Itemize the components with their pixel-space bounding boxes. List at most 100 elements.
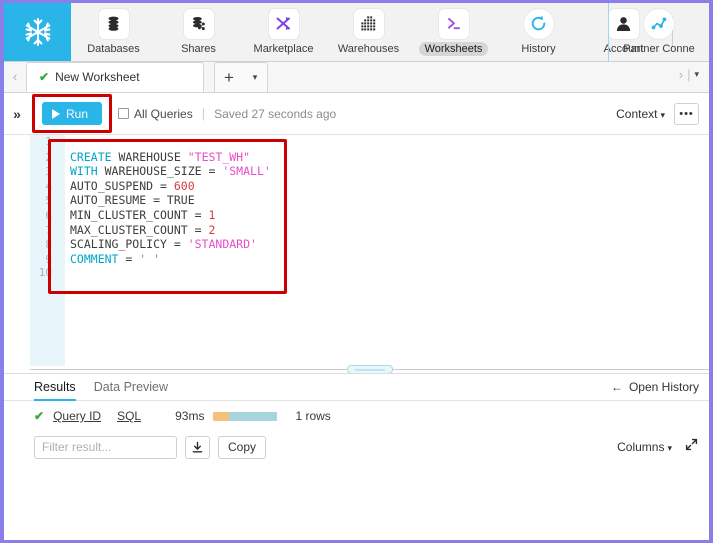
- nav-item-worksheets[interactable]: Worksheets: [411, 3, 496, 61]
- toolbar-right-controls: Context ▾ •••: [616, 102, 709, 125]
- run-button-annotation: Run: [32, 94, 113, 133]
- context-label: Context: [616, 106, 658, 121]
- worksheet-tab-bar: ‹ ✔ New Worksheet + ▾ › | ▾: [4, 62, 709, 93]
- check-icon: ✔: [39, 70, 50, 84]
- nav-item-shares[interactable]: Shares: [156, 3, 241, 61]
- open-history-button[interactable]: ← Open History: [611, 380, 709, 394]
- nav-item-warehouses[interactable]: Warehouses: [326, 3, 411, 61]
- nav-item-databases[interactable]: Databases: [71, 3, 156, 61]
- tab-bar-right-controls: › | ▾: [679, 61, 709, 92]
- code-line: 2 CREATE WAREHOUSE "TEST_WH": [30, 150, 709, 165]
- code-text[interactable]: WITH WAREHOUSE_SIZE = 'SMALL': [59, 164, 271, 179]
- query-toolbar: » Run All Queries | Saved 27 seconds ago…: [4, 93, 709, 135]
- arrow-left-icon: ←: [610, 380, 623, 394]
- marketplace-shuffle-icon: [268, 8, 299, 39]
- chevron-down-icon: ▾: [667, 443, 672, 453]
- code-line: 5 AUTO_RESUME = TRUE: [30, 193, 709, 208]
- code-line: 9 COMMENT = ' ': [30, 252, 709, 267]
- line-number: 6: [45, 208, 52, 222]
- columns-dropdown[interactable]: Columns ▾: [617, 440, 672, 454]
- sql-editor[interactable]: 1 2 CREATE WAREHOUSE "TEST_WH" 3 WITH WAREHO…: [30, 135, 709, 366]
- nav-label-marketplace: Marketplace: [253, 42, 314, 55]
- database-icon: [98, 8, 129, 39]
- nav-label-worksheets: Worksheets: [418, 41, 489, 56]
- code-text[interactable]: AUTO_SUSPEND = 600: [59, 179, 195, 194]
- add-worksheet-button[interactable]: +: [215, 64, 243, 92]
- all-queries-label: All Queries: [134, 106, 193, 121]
- duration-bar-execute: [228, 411, 278, 421]
- code-text[interactable]: MAX_CLUSTER_COUNT = 2: [59, 223, 215, 238]
- query-duration: 93ms: [175, 409, 205, 423]
- context-dropdown[interactable]: Context ▾: [616, 107, 665, 121]
- tabs-scroll-left-icon[interactable]: ‹: [4, 61, 26, 92]
- line-number: 3: [45, 165, 52, 179]
- partner-connect-icon: [644, 8, 674, 39]
- code-line: 6 MIN_CLUSTER_COUNT = 1: [30, 208, 709, 223]
- chevron-down-icon[interactable]: ▾: [243, 64, 267, 92]
- history-refresh-icon: [523, 8, 554, 39]
- line-number: 1: [45, 135, 52, 148]
- query-duration-bar: [213, 411, 278, 421]
- line-number: 5: [45, 194, 52, 208]
- line-number: 4: [45, 179, 52, 193]
- line-number: 7: [45, 223, 52, 237]
- run-button-label: Run: [66, 106, 89, 121]
- code-text[interactable]: SCALING_POLICY = 'STANDARD': [59, 237, 257, 252]
- nav-items: Databases Shares Marketplace Warehouses …: [71, 3, 673, 61]
- nav-item-history[interactable]: History: [496, 3, 581, 61]
- top-navigation-bar: Databases Shares Marketplace Warehouses …: [4, 3, 709, 62]
- toolbar-divider: |: [201, 106, 206, 121]
- filter-result-input[interactable]: [34, 435, 177, 459]
- sql-link[interactable]: SQL: [117, 409, 141, 423]
- nav-label-partner-connect: Partner Conne: [623, 42, 695, 55]
- chevron-down-icon: ▾: [660, 109, 665, 120]
- code-line: 7 MAX_CLUSTER_COUNT = 2: [30, 223, 709, 238]
- code-line: 4 AUTO_SUSPEND = 600: [30, 179, 709, 194]
- columns-label: Columns: [617, 440, 665, 454]
- expand-icon[interactable]: [685, 438, 698, 456]
- download-icon[interactable]: [185, 435, 210, 459]
- copy-button[interactable]: Copy: [218, 435, 267, 459]
- run-button[interactable]: Run: [42, 102, 103, 125]
- saved-status-text: Saved 27 seconds ago: [214, 106, 337, 121]
- line-number: 9: [45, 252, 52, 266]
- results-panel: Results Data Preview ← Open History ✔ Qu…: [4, 373, 709, 540]
- nav-item-partner-connect[interactable]: Partner Conne: [609, 3, 709, 61]
- nav-item-marketplace[interactable]: Marketplace: [241, 3, 326, 61]
- expand-sidebar-button[interactable]: »: [4, 93, 30, 135]
- more-options-button[interactable]: •••: [674, 102, 699, 125]
- all-queries-checkbox[interactable]: All Queries: [118, 107, 193, 121]
- panel-splitter[interactable]: [30, 365, 709, 374]
- code-text[interactable]: COMMENT = ' ': [59, 252, 160, 267]
- tab-data-preview[interactable]: Data Preview: [94, 374, 168, 401]
- code-text[interactable]: MIN_CLUSTER_COUNT = 1: [59, 208, 215, 223]
- worksheet-tab-new-worksheet[interactable]: ✔ New Worksheet: [26, 62, 204, 92]
- code-line: 3 WITH WAREHOUSE_SIZE = 'SMALL': [30, 164, 709, 179]
- warehouse-grid-icon: [353, 8, 384, 39]
- code-text[interactable]: CREATE WAREHOUSE "TEST_WH": [59, 150, 250, 165]
- line-number: 2: [45, 150, 52, 164]
- line-number: 8: [45, 238, 52, 252]
- tab-add-group: + ▾: [214, 62, 268, 92]
- worksheet-prompt-icon: [438, 8, 469, 39]
- worksheet-tab-label: New Worksheet: [55, 70, 140, 84]
- query-id-link[interactable]: Query ID: [53, 409, 101, 423]
- tab-list-chevron-down-icon[interactable]: ▾: [694, 69, 699, 80]
- results-tab-strip: Results Data Preview ← Open History: [4, 374, 709, 401]
- snowflake-logo[interactable]: [4, 3, 71, 61]
- code-text[interactable]: AUTO_RESUME = TRUE: [59, 193, 195, 208]
- results-filter-row: Copy Columns▾: [4, 431, 709, 463]
- tabs-scroll-right-icon[interactable]: ›: [679, 67, 683, 82]
- code-line: 8 SCALING_POLICY = 'STANDARD': [30, 237, 709, 252]
- sql-code-content[interactable]: 1 2 CREATE WAREHOUSE "TEST_WH" 3 WITH WAREHO…: [30, 135, 709, 366]
- nav-label-warehouses: Warehouses: [337, 42, 400, 55]
- query-status-row: ✔ Query ID SQL 93ms 1 rows: [4, 401, 709, 431]
- play-icon: [52, 108, 60, 119]
- nav-label-databases: Databases: [87, 42, 140, 55]
- tab-results[interactable]: Results: [34, 374, 76, 401]
- checkbox-icon: [118, 108, 130, 119]
- row-count-label: 1 rows: [295, 409, 331, 423]
- line-number: 10: [38, 266, 52, 280]
- code-line: 1: [30, 135, 709, 150]
- results-filter-right-controls: Columns ▾: [617, 438, 709, 456]
